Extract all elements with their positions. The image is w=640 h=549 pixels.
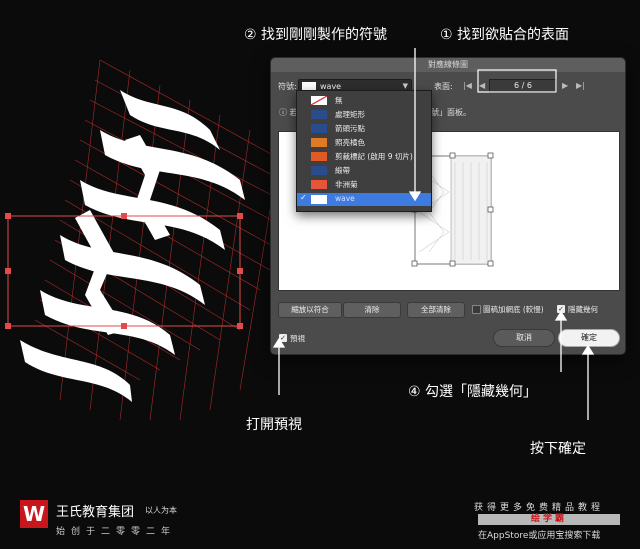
- annotation-step4: ④ 勾選「隱藏幾何」: [408, 384, 538, 400]
- annotation-step2: ② 找到剛剛製作的符號: [244, 27, 388, 43]
- annotation-press-ok: 按下確定: [530, 441, 586, 457]
- brand-name: 王氏教育集团: [56, 505, 135, 520]
- promo-line1: 获得更多免费精品教程: [474, 503, 605, 513]
- annotation-open-preview: 打開預視: [246, 417, 302, 433]
- promo-bar: 绘学霸: [478, 514, 620, 525]
- annotation-arrows: [272, 48, 595, 420]
- annotation-step3: ③ 調整大小: [505, 225, 579, 241]
- annotation-step1: ① 找到欲貼合的表面: [440, 27, 570, 43]
- promo-line2: 在AppStore或应用宝搜索下载: [478, 531, 601, 541]
- logo-w-icon: W: [22, 502, 46, 526]
- brand-logo: W: [20, 500, 48, 528]
- brand-slogan: 以人为本: [145, 506, 177, 515]
- brand-line: 始创于二零零二年: [56, 527, 177, 537]
